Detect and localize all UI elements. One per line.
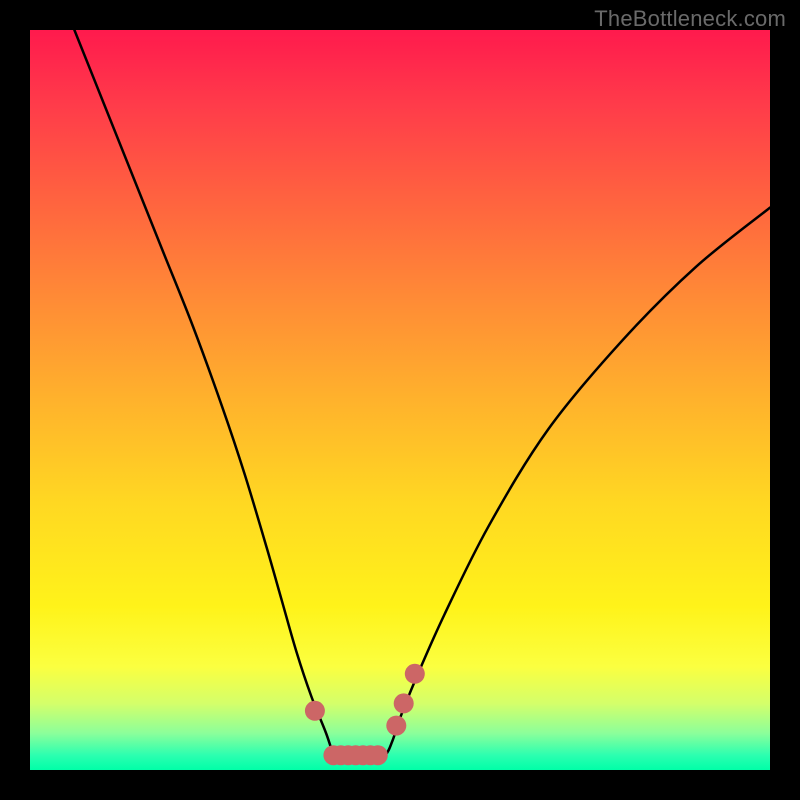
right-shoulder-marker-1 <box>386 716 406 736</box>
right-shoulder-marker-2 <box>394 693 414 713</box>
valley-marker-7 <box>368 745 388 765</box>
right-shoulder-marker-3 <box>405 664 425 684</box>
left-shoulder-marker <box>305 701 325 721</box>
watermark-text: TheBottleneck.com <box>594 6 786 32</box>
plot-area <box>30 30 770 770</box>
chart-svg <box>30 30 770 770</box>
curve-layer <box>74 30 770 763</box>
markers-layer <box>305 664 425 765</box>
bottleneck-curve <box>74 30 770 763</box>
outer-frame: TheBottleneck.com <box>0 0 800 800</box>
